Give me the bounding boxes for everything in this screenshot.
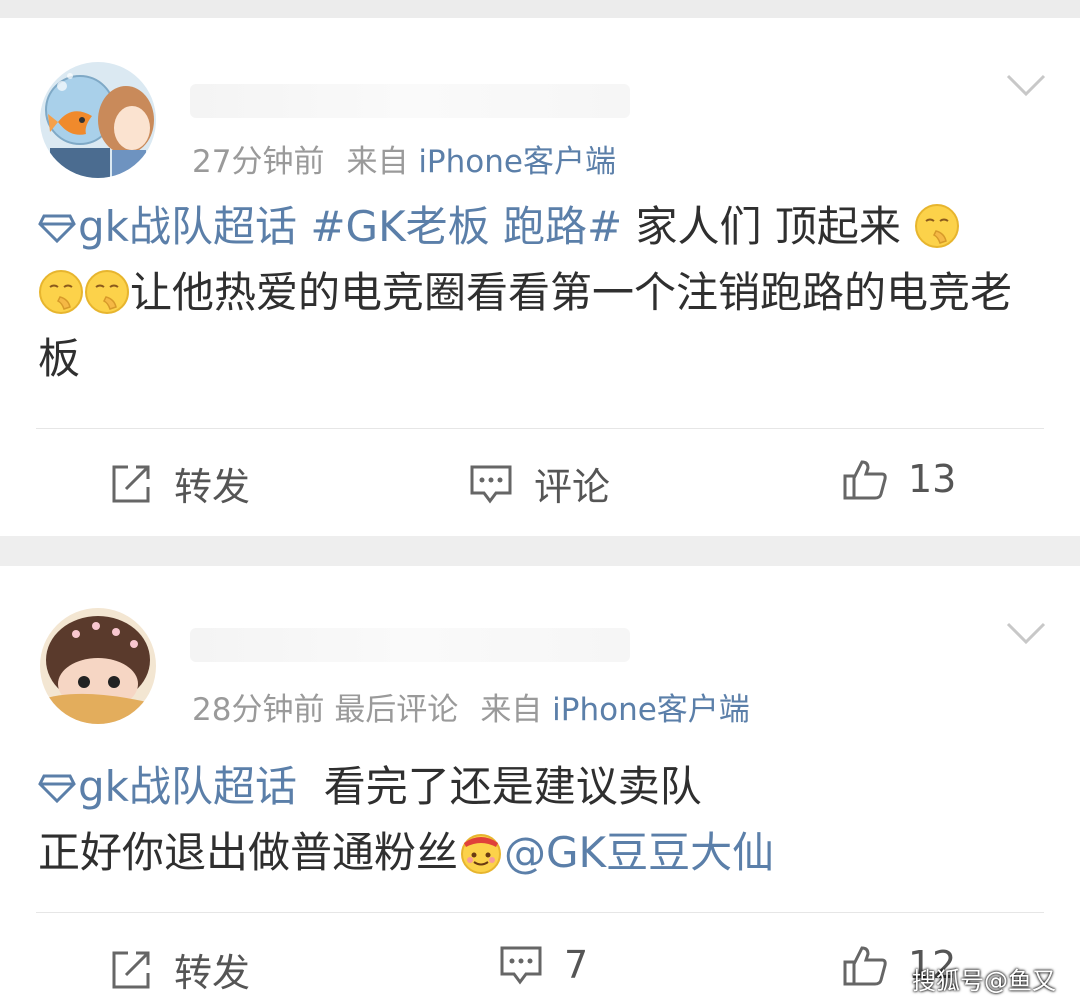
shush-emoji-icon <box>915 204 960 248</box>
username-blurred[interactable] <box>190 628 630 662</box>
divider <box>36 912 1044 913</box>
thumbs-up-icon <box>843 460 887 500</box>
mention-link[interactable]: @GK豆豆大仙 <box>504 828 774 877</box>
post-content: gk战队超话 #GK老板 跑路# 家人们 顶起来 让他热爱的电竞圈看看第一个注销… <box>38 194 1048 392</box>
repost-label: 转发 <box>174 465 251 509</box>
chevron-down-icon[interactable] <box>1006 622 1046 646</box>
last-comment: 最后评论 <box>334 692 459 728</box>
source-link[interactable]: iPhone客户端 <box>418 144 616 180</box>
repost-button[interactable]: 转发 <box>108 456 250 511</box>
source-link[interactable]: iPhone客户端 <box>552 692 750 728</box>
post-meta: 27分钟前 来自 iPhone客户端 <box>192 136 616 181</box>
repost-label: 转发 <box>174 951 251 995</box>
post-time: 28分钟前 <box>192 692 325 728</box>
chevron-down-icon[interactable] <box>1006 74 1046 98</box>
like-count: 13 <box>908 457 957 501</box>
comment-button[interactable]: 7 <box>498 942 588 988</box>
hashtag-link[interactable]: #GK老板 跑路# <box>310 202 622 251</box>
repost-icon <box>112 951 150 988</box>
comment-label: 评论 <box>534 465 611 509</box>
feed-post[interactable]: 27分钟前 来自 iPhone客户端 gk战队超话 #GK老板 跑路# 家人们 顶… <box>0 18 1080 536</box>
thumbs-up-icon <box>843 946 887 986</box>
shush-emoji-icon <box>85 270 129 314</box>
diamond-icon <box>38 774 76 804</box>
top-gap <box>0 0 1080 18</box>
repost-icon <box>112 465 150 502</box>
post-text: 家人们 顶起来 <box>622 202 915 251</box>
divider <box>36 428 1044 429</box>
watermark: 搜狐号@鱼又 <box>912 967 1056 995</box>
like-button[interactable]: 13 <box>842 456 956 502</box>
comment-icon <box>470 465 512 503</box>
source-prefix: 来自 <box>480 692 543 728</box>
feed-post[interactable]: 28分钟前 最后评论 来自 iPhone客户端 gk战队超话 看完了还是建议卖队 … <box>0 566 1080 1006</box>
post-time: 27分钟前 <box>192 144 325 180</box>
super-topic-link[interactable]: gk战队超话 <box>38 202 297 251</box>
username-blurred[interactable] <box>190 84 630 118</box>
comment-count: 7 <box>564 943 589 987</box>
shush-emoji-icon <box>39 270 83 314</box>
post-text: 看完了还是建议卖队 <box>323 762 702 811</box>
fortune-emoji-icon <box>461 834 502 874</box>
super-topic-link[interactable]: gk战队超话 <box>38 762 297 811</box>
diamond-icon <box>38 214 76 244</box>
avatar[interactable] <box>40 62 156 178</box>
post-content: gk战队超话 看完了还是建议卖队 正好你退出做普通粉丝 @GK豆豆大仙 <box>38 754 1048 886</box>
post-text: 正好你退出做普通粉丝 <box>38 828 459 877</box>
comment-button[interactable]: 评论 <box>468 456 610 511</box>
post-text: 让他热爱的电竞圈看看第一个注销跑路的电竞老板 <box>38 268 1013 383</box>
source-prefix: 来自 <box>346 144 409 180</box>
post-meta: 28分钟前 最后评论 来自 iPhone客户端 <box>192 684 750 729</box>
repost-button[interactable]: 转发 <box>108 942 250 997</box>
avatar[interactable] <box>40 608 156 724</box>
comment-icon <box>500 946 542 985</box>
